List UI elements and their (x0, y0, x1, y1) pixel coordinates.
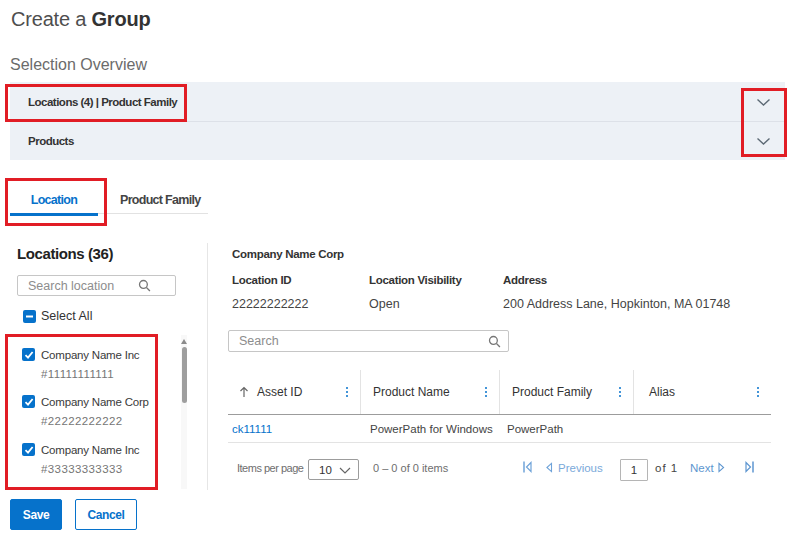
location-item-name: Company Name Corp (41, 395, 149, 410)
location-search-input[interactable] (18, 279, 138, 293)
accordion-label-products: Products (28, 135, 74, 147)
save-button[interactable]: Save (10, 499, 62, 530)
column-header-product-name[interactable]: Product Name (360, 370, 499, 414)
select-all-label: Select All (41, 309, 92, 323)
column-header-label: Product Name (373, 385, 450, 399)
column-menu-kebab-icon[interactable] (346, 386, 348, 398)
page-title: Create a Group (11, 8, 150, 31)
location-list-item[interactable]: Company Name Inc #33333333333 (22, 443, 139, 476)
page-next-label[interactable]: Next (690, 462, 714, 474)
asset-id-link[interactable]: ck11111 (228, 423, 360, 435)
tab-location[interactable]: Location (10, 185, 98, 214)
location-item-name: Company Name Inc (41, 443, 139, 458)
detail-value-location-id: 22222222222 (232, 297, 308, 311)
accordion-row-products[interactable]: Products (10, 121, 785, 160)
selection-overview-accordion: Locations (4) | Product Family Products (10, 82, 785, 160)
column-header-label: Alias (649, 385, 675, 399)
detail-company-name: Company Name Corp (232, 248, 344, 260)
column-header-label: Product Family (512, 385, 592, 399)
column-header-alias[interactable]: Alias (633, 370, 771, 414)
assets-table-header: Asset ID Product Name Product Family Ali… (228, 370, 771, 415)
column-header-label: Asset ID (257, 385, 302, 399)
location-item-id: #22222222222 (41, 415, 149, 428)
location-item-id: #33333333333 (41, 463, 139, 476)
column-menu-kebab-icon[interactable] (757, 386, 759, 398)
location-item-text: Company Name Inc #11111111111 (41, 348, 139, 381)
location-item-id: #11111111111 (41, 368, 139, 381)
select-chevron-icon (339, 467, 351, 474)
page-of-label: of 1 (655, 462, 678, 474)
chevron-down-icon[interactable] (756, 98, 771, 107)
pagination-bar: Items per page 10 0 – 0 of 0 items Previ… (228, 443, 771, 490)
tab-product-family[interactable]: Product Family (98, 185, 208, 214)
selection-overview-heading: Selection Overview (10, 56, 147, 74)
page-previous-label[interactable]: Previous (558, 462, 603, 474)
chevron-down-icon[interactable] (756, 137, 771, 146)
accordion-row-locations[interactable]: Locations (4) | Product Family (10, 82, 785, 121)
scrollbar-up-arrow-icon[interactable] (181, 339, 187, 344)
page-previous-icon[interactable] (545, 462, 553, 473)
location-item-text: Company Name Corp #22222222222 (41, 395, 149, 428)
asset-search-input[interactable] (229, 334, 488, 348)
column-menu-kebab-icon[interactable] (485, 386, 487, 398)
checkbox-checked-icon[interactable] (22, 348, 35, 361)
column-header-asset-id[interactable]: Asset ID (228, 370, 360, 414)
detail-value-address: 200 Address Lane, Hopkinton, MA 01748 (503, 297, 730, 311)
location-item-name: Company Name Inc (41, 348, 139, 363)
detail-label-location-id: Location ID (232, 274, 291, 286)
column-header-product-family[interactable]: Product Family (499, 370, 633, 414)
location-list-item[interactable]: Company Name Inc #11111111111 (22, 348, 139, 381)
tab-product-family-label: Product Family (120, 193, 201, 207)
checkbox-checked-icon[interactable] (22, 443, 35, 456)
create-group-page: Create a Group Selection Overview Locati… (0, 0, 800, 546)
tab-location-label: Location (31, 193, 77, 207)
accordion-label-locations: Locations (4) | Product Family (28, 96, 177, 108)
locations-count-heading: Locations (36) (17, 245, 113, 262)
page-last-icon[interactable] (745, 461, 754, 473)
active-tab-underline (10, 213, 98, 216)
pagination-range-text: 0 – 0 of 0 items (373, 462, 448, 474)
location-list-item[interactable]: Company Name Corp #22222222222 (22, 395, 149, 428)
items-per-page-value: 10 (319, 464, 332, 476)
page-first-icon[interactable] (523, 461, 532, 473)
page-title-regular: Create a (11, 8, 86, 30)
column-menu-kebab-icon[interactable] (619, 386, 621, 398)
checkbox-indeterminate-icon[interactable] (23, 310, 36, 323)
location-search-box (17, 275, 176, 296)
location-item-text: Company Name Inc #33333333333 (41, 443, 139, 476)
product-family-cell: PowerPath (499, 423, 633, 435)
page-title-bold: Group (91, 8, 150, 30)
cancel-button[interactable]: Cancel (75, 499, 137, 530)
checkbox-checked-icon[interactable] (22, 395, 35, 408)
select-all-row: Select All (23, 309, 92, 323)
panel-divider (207, 243, 208, 490)
product-name-cell: PowerPath for Windows (360, 423, 499, 435)
assets-table: Asset ID Product Name Product Family Ali… (228, 370, 771, 490)
tabstrip: Location Product Family (10, 185, 208, 214)
detail-value-location-visibility: Open (369, 297, 400, 311)
page-next-icon[interactable] (718, 462, 726, 473)
detail-label-address: Address (503, 274, 547, 286)
list-scrollbar-thumb[interactable] (182, 347, 187, 403)
items-per-page-label: Items per page (237, 462, 303, 474)
asset-search-box (228, 330, 509, 352)
page-number-input[interactable] (620, 459, 648, 481)
table-row: ck11111 PowerPath for Windows PowerPath (228, 415, 771, 443)
sort-ascending-icon[interactable] (239, 386, 249, 398)
items-per-page-select[interactable]: 10 (308, 459, 359, 480)
search-icon (488, 335, 501, 348)
detail-label-location-visibility: Location Visibility (369, 274, 462, 286)
search-icon (138, 279, 151, 292)
